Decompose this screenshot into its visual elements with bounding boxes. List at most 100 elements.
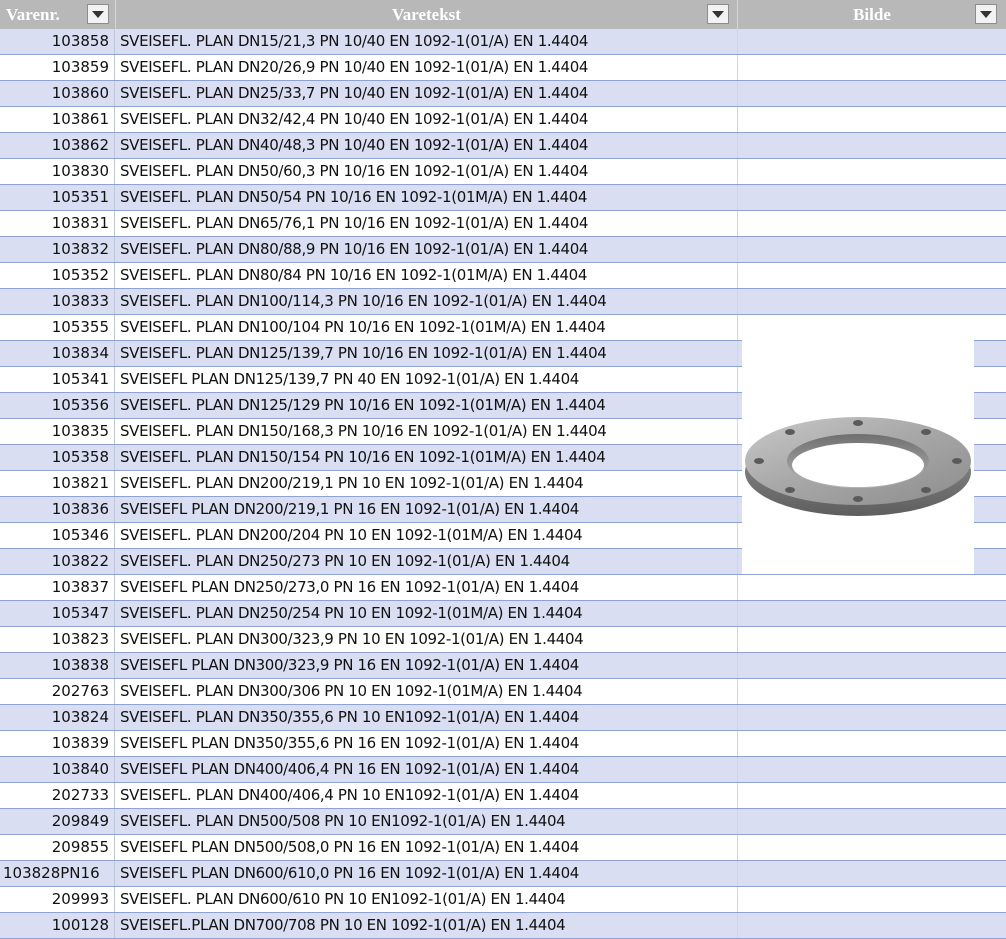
cell-bilde[interactable]	[737, 159, 738, 184]
bilde-filter-button[interactable]	[975, 4, 997, 24]
cell-bilde[interactable]	[737, 757, 738, 782]
cell-bilde[interactable]	[737, 367, 738, 392]
cell-bilde[interactable]	[737, 705, 738, 730]
cell-bilde[interactable]	[737, 55, 738, 80]
varenr-filter-button[interactable]	[87, 4, 109, 24]
cell-bilde[interactable]	[737, 185, 738, 210]
table-row[interactable]: 105351 SVEISEFL. PLAN DN50/54 PN 10/16 EN…	[0, 185, 1006, 211]
cell-varetekst[interactable]: SVEISEFL.PLAN DN700/708 PN 10 EN 1092-1(…	[120, 913, 566, 938]
table-row[interactable]: 105347 SVEISEFL. PLAN DN250/254 PN 10 EN …	[0, 601, 1006, 627]
cell-varenr[interactable]: 103823	[0, 627, 115, 652]
cell-varetekst[interactable]: SVEISEFL. PLAN DN50/54 PN 10/16 EN 1092-…	[120, 185, 587, 210]
cell-bilde[interactable]	[737, 523, 738, 548]
cell-bilde[interactable]	[737, 263, 738, 288]
cell-varenr[interactable]: 202763	[0, 679, 115, 704]
cell-bilde[interactable]	[737, 783, 738, 808]
table-row[interactable]: 103862 SVEISEFL. PLAN DN40/48,3 PN 10/40 …	[0, 133, 1006, 159]
cell-varenr[interactable]: 103862	[0, 133, 115, 158]
cell-varetekst[interactable]: SVEISEFL. PLAN DN250/254 PN 10 EN 1092-1…	[120, 601, 583, 626]
table-row[interactable]: 100128 SVEISEFL.PLAN DN700/708 PN 10 EN 1…	[0, 913, 1006, 939]
cell-varenr[interactable]: 103836	[0, 497, 115, 522]
cell-varetekst[interactable]: SVEISEFL PLAN DN300/323,9 PN 16 EN 1092-…	[120, 653, 579, 678]
cell-varenr[interactable]: 105352	[0, 263, 115, 288]
cell-bilde[interactable]	[737, 29, 738, 54]
cell-varenr[interactable]: 103859	[0, 55, 115, 80]
cell-varenr[interactable]: 105346	[0, 523, 115, 548]
cell-varetekst[interactable]: SVEISEFL PLAN DN400/406,4 PN 16 EN 1092-…	[120, 757, 579, 782]
table-row[interactable]: 103832 SVEISEFL. PLAN DN80/88,9 PN 10/16 …	[0, 237, 1006, 263]
table-row[interactable]: 103833 SVEISEFL. PLAN DN100/114,3 PN 10/1…	[0, 289, 1006, 315]
cell-bilde[interactable]	[737, 497, 738, 522]
cell-varenr[interactable]: 103860	[0, 81, 115, 106]
cell-bilde[interactable]	[737, 289, 738, 314]
cell-varetekst[interactable]: SVEISEFL. PLAN DN600/610 PN 10 EN1092-1(…	[120, 887, 566, 912]
cell-varetekst[interactable]: SVEISEFL. PLAN DN300/323,9 PN 10 EN 1092…	[120, 627, 584, 652]
table-row[interactable]: 103824 SVEISEFL. PLAN DN350/355,6 PN 10 E…	[0, 705, 1006, 731]
cell-varenr[interactable]: 103858	[0, 29, 115, 54]
cell-varetekst[interactable]: SVEISEFL. PLAN DN50/60,3 PN 10/16 EN 109…	[120, 159, 588, 184]
cell-varetekst[interactable]: SVEISEFL PLAN DN200/219,1 PN 16 EN 1092-…	[120, 497, 579, 522]
cell-bilde[interactable]	[737, 861, 738, 886]
cell-bilde[interactable]	[737, 315, 738, 340]
cell-varetekst[interactable]: SVEISEFL. PLAN DN80/88,9 PN 10/16 EN 109…	[120, 237, 588, 262]
cell-varetekst[interactable]: SVEISEFL PLAN DN600/610,0 PN 16 EN 1092-…	[120, 861, 579, 886]
table-row[interactable]: 103828PN16 SVEISEFL PLAN DN600/610,0 PN 1…	[0, 861, 1006, 887]
cell-varetekst[interactable]: SVEISEFL. PLAN DN15/21,3 PN 10/40 EN 109…	[120, 29, 588, 54]
cell-varenr[interactable]: 103831	[0, 211, 115, 236]
table-row[interactable]: 105352 SVEISEFL. PLAN DN80/84 PN 10/16 EN…	[0, 263, 1006, 289]
table-row[interactable]: 103860 SVEISEFL. PLAN DN25/33,7 PN 10/40 …	[0, 81, 1006, 107]
cell-varenr[interactable]: 103824	[0, 705, 115, 730]
cell-bilde[interactable]	[737, 731, 738, 756]
cell-bilde[interactable]	[737, 81, 738, 106]
cell-bilde[interactable]	[737, 887, 738, 912]
cell-varetekst[interactable]: SVEISEFL. PLAN DN350/355,6 PN 10 EN1092-…	[120, 705, 579, 730]
cell-bilde[interactable]	[737, 835, 738, 860]
cell-varetekst[interactable]: SVEISEFL. PLAN DN100/114,3 PN 10/16 EN 1…	[120, 289, 607, 314]
cell-varetekst[interactable]: SVEISEFL. PLAN DN125/139,7 PN 10/16 EN 1…	[120, 341, 607, 366]
cell-varetekst[interactable]: SVEISEFL. PLAN DN400/406,4 PN 10 EN1092-…	[120, 783, 579, 808]
cell-bilde[interactable]	[737, 211, 738, 236]
table-row[interactable]: 103839 SVEISEFL PLAN DN350/355,6 PN 16 EN…	[0, 731, 1006, 757]
cell-bilde[interactable]	[737, 107, 738, 132]
cell-varenr[interactable]: 105351	[0, 185, 115, 210]
cell-varetekst[interactable]: SVEISEFL. PLAN DN100/104 PN 10/16 EN 109…	[120, 315, 606, 340]
cell-varenr[interactable]: 105347	[0, 601, 115, 626]
cell-varenr[interactable]: 105341	[0, 367, 115, 392]
cell-varenr[interactable]: 105358	[0, 445, 115, 470]
cell-varetekst[interactable]: SVEISEFL. PLAN DN150/154 PN 10/16 EN 109…	[120, 445, 606, 470]
varetekst-filter-button[interactable]	[707, 4, 729, 24]
cell-varenr[interactable]: 103835	[0, 419, 115, 444]
cell-varetekst[interactable]: SVEISEFL. PLAN DN32/42,4 PN 10/40 EN 109…	[120, 107, 588, 132]
cell-bilde[interactable]	[737, 679, 738, 704]
column-header-varetekst[interactable]: Varetekst	[116, 0, 738, 29]
cell-varetekst[interactable]: SVEISEFL. PLAN DN250/273 PN 10 EN 1092-1…	[120, 549, 570, 574]
cell-bilde[interactable]	[737, 549, 738, 574]
cell-varenr[interactable]: 103834	[0, 341, 115, 366]
cell-varetekst[interactable]: SVEISEFL PLAN DN500/508,0 PN 16 EN 1092-…	[120, 835, 579, 860]
cell-varetekst[interactable]: SVEISEFL. PLAN DN65/76,1 PN 10/16 EN 109…	[120, 211, 588, 236]
table-row[interactable]: 209993 SVEISEFL. PLAN DN600/610 PN 10 EN1…	[0, 887, 1006, 913]
table-row[interactable]: 202733 SVEISEFL. PLAN DN400/406,4 PN 10 E…	[0, 783, 1006, 809]
cell-varenr[interactable]: 100128	[0, 913, 115, 938]
cell-varenr[interactable]: 103840	[0, 757, 115, 782]
cell-varetekst[interactable]: SVEISEFL. PLAN DN200/219,1 PN 10 EN 1092…	[120, 471, 584, 496]
cell-varenr[interactable]: 103861	[0, 107, 115, 132]
cell-bilde[interactable]	[737, 653, 738, 678]
cell-varetekst[interactable]: SVEISEFL. PLAN DN40/48,3 PN 10/40 EN 109…	[120, 133, 588, 158]
cell-bilde[interactable]	[737, 627, 738, 652]
cell-varenr[interactable]: 105355	[0, 315, 115, 340]
cell-varetekst[interactable]: SVEISEFL. PLAN DN80/84 PN 10/16 EN 1092-…	[120, 263, 587, 288]
cell-varenr[interactable]: 209849	[0, 809, 115, 834]
table-row[interactable]: 103830 SVEISEFL. PLAN DN50/60,3 PN 10/16 …	[0, 159, 1006, 185]
cell-varenr[interactable]: 103837	[0, 575, 115, 600]
cell-varetekst[interactable]: SVEISEFL. PLAN DN500/508 PN 10 EN1092-1(…	[120, 809, 566, 834]
cell-varenr[interactable]: 103838	[0, 653, 115, 678]
table-row[interactable]: 209855 SVEISEFL PLAN DN500/508,0 PN 16 EN…	[0, 835, 1006, 861]
cell-bilde[interactable]	[737, 133, 738, 158]
cell-varetekst[interactable]: SVEISEFL. PLAN DN150/168,3 PN 10/16 EN 1…	[120, 419, 607, 444]
cell-bilde[interactable]	[737, 445, 738, 470]
table-row[interactable]: 103861 SVEISEFL. PLAN DN32/42,4 PN 10/40 …	[0, 107, 1006, 133]
cell-varetekst[interactable]: SVEISEFL PLAN DN125/139,7 PN 40 EN 1092-…	[120, 367, 579, 392]
column-header-bilde[interactable]: Bilde	[738, 0, 1006, 29]
cell-varetekst[interactable]: SVEISEFL. PLAN DN20/26,9 PN 10/40 EN 109…	[120, 55, 588, 80]
